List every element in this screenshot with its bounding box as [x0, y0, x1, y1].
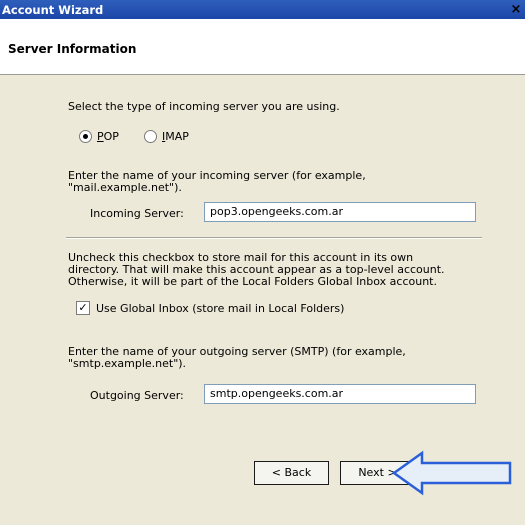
incoming-server-input[interactable]: pop3.opengeeks.com.ar [204, 202, 476, 222]
imap-radio[interactable] [144, 130, 157, 143]
global-inbox-text-3: Otherwise, it will be part of the Local … [68, 275, 437, 288]
imap-label-text: MAP [165, 130, 189, 143]
pointer-arrow-shape [392, 450, 512, 496]
incoming-server-label: Incoming Server: [90, 207, 184, 220]
incoming-type-prompt: Select the type of incoming server you a… [68, 100, 340, 113]
page-title: Server Information [8, 42, 137, 56]
close-icon[interactable]: × [507, 1, 525, 18]
pop-label: POP [97, 130, 119, 143]
global-inbox-label[interactable]: Use Global Inbox (store mail in Local Fo… [96, 302, 344, 315]
outgoing-server-label: Outgoing Server: [90, 389, 184, 402]
wizard-content: Select the type of incoming server you a… [0, 75, 525, 525]
window-title: Account Wizard [2, 3, 104, 17]
separator [66, 237, 482, 239]
global-inbox-checkbox[interactable]: ✓ [76, 301, 90, 315]
back-button[interactable]: < Back [254, 461, 329, 485]
wizard-header: Server Information [0, 19, 525, 75]
pop-label-text: OP [103, 130, 119, 143]
pop-label-accesskey: P [97, 130, 104, 143]
outgoing-server-input[interactable]: smtp.opengeeks.com.ar [204, 384, 476, 404]
outgoing-instruction-2: "smtp.example.net"). [68, 357, 187, 370]
pop-radio[interactable] [79, 130, 92, 143]
incoming-instruction-2: "mail.example.net"). [68, 181, 182, 194]
imap-label: IMAP [162, 130, 189, 143]
pointer-arrow-icon [392, 450, 512, 496]
title-bar: Account Wizard × [0, 0, 525, 19]
